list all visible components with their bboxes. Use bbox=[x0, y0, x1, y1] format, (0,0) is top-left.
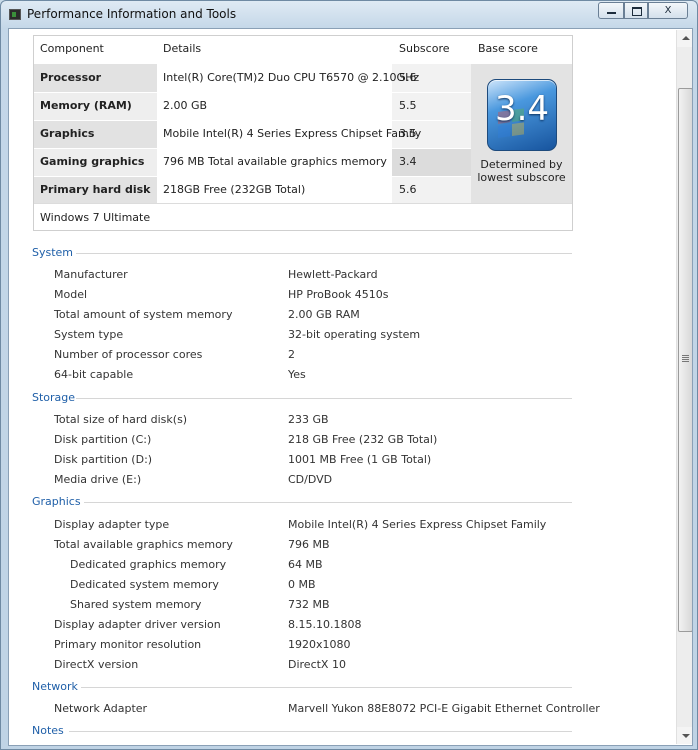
detail-value: DirectX 10 bbox=[288, 658, 346, 671]
header-component: Component bbox=[40, 42, 104, 55]
detail-value: 1001 MB Free (1 GB Total) bbox=[288, 453, 432, 466]
header-base-score: Base score bbox=[478, 42, 538, 55]
close-button[interactable]: X bbox=[648, 2, 688, 19]
detail-label: Media drive (E:) bbox=[54, 473, 142, 486]
section-title-graphics: Graphics bbox=[32, 495, 81, 508]
component-details: 218GB Free (232GB Total) bbox=[163, 183, 306, 196]
detail-label: Dedicated system memory bbox=[70, 578, 219, 591]
detail-label: Primary monitor resolution bbox=[54, 638, 202, 651]
detail-label: 64-bit capable bbox=[54, 368, 134, 381]
score-row-memory: Memory (RAM) 2.00 GB 5.5 bbox=[34, 92, 469, 120]
detail-value: 32-bit operating system bbox=[288, 328, 421, 341]
detail-label: DirectX version bbox=[54, 658, 139, 671]
detail-value: 233 GB bbox=[288, 413, 329, 426]
detail-value: 0 MB bbox=[288, 578, 316, 591]
component-details: 2.00 GB bbox=[163, 99, 208, 112]
windows-experience-index-badge-icon: 3.4 bbox=[487, 79, 557, 151]
component-details: 796 MB Total available graphics memory bbox=[163, 155, 387, 168]
detail-label: Disk partition (D:) bbox=[54, 453, 153, 466]
header-details: Details bbox=[163, 42, 202, 55]
window: Performance Information and Tools X Comp… bbox=[0, 0, 698, 750]
detail-value: Mobile Intel(R) 4 Series Express Chipset… bbox=[288, 518, 547, 531]
detail-value: Hewlett-Packard bbox=[288, 268, 378, 281]
base-score-panel: 3.4 Determined by lowest subscore bbox=[471, 64, 572, 204]
component-subscore: 3.5 bbox=[399, 127, 417, 140]
component-name: Graphics bbox=[40, 127, 95, 140]
component-subscore: 5.6 bbox=[399, 183, 417, 196]
component-name: Processor bbox=[40, 71, 102, 84]
section-title-network: Network bbox=[32, 680, 78, 693]
component-name: Memory (RAM) bbox=[40, 99, 132, 112]
detail-value: Marvell Yukon 88E8072 PCI-E Gigabit Ethe… bbox=[288, 702, 600, 715]
section-title-notes: Notes bbox=[32, 724, 64, 737]
base-score-caption: Determined by lowest subscore bbox=[471, 158, 572, 184]
detail-label: Total amount of system memory bbox=[54, 308, 233, 321]
detail-value: 64 MB bbox=[288, 558, 323, 571]
component-subscore: 3.4 bbox=[399, 155, 417, 168]
performance-tools-icon bbox=[9, 9, 21, 20]
window-title: Performance Information and Tools bbox=[27, 7, 237, 21]
vertical-scrollbar[interactable] bbox=[676, 30, 692, 744]
component-name: Primary hard disk bbox=[40, 183, 151, 196]
component-subscore: 5.6 bbox=[399, 71, 417, 84]
score-row-graphics: Graphics Mobile Intel(R) 4 Series Expres… bbox=[34, 120, 469, 148]
section-title-storage: Storage bbox=[32, 391, 76, 404]
detail-label: Manufacturer bbox=[54, 268, 128, 281]
score-row-processor: Processor Intel(R) Core(TM)2 Duo CPU T65… bbox=[34, 64, 469, 92]
component-details: Intel(R) Core(TM)2 Duo CPU T6570 @ 2.10G… bbox=[163, 71, 420, 84]
detail-label: Display adapter driver version bbox=[54, 618, 221, 631]
detail-value: 2 bbox=[288, 348, 295, 361]
score-row-gaming-graphics: Gaming graphics 796 MB Total available g… bbox=[34, 148, 469, 176]
scroll-down-arrow-icon[interactable] bbox=[677, 727, 692, 744]
detail-value: Yes bbox=[288, 368, 306, 381]
detail-value: 732 MB bbox=[288, 598, 330, 611]
detail-label: Total available graphics memory bbox=[54, 538, 233, 551]
detail-label: Number of processor cores bbox=[54, 348, 203, 361]
detail-label: Display adapter type bbox=[54, 518, 170, 531]
detail-value: 8.15.10.1808 bbox=[288, 618, 362, 631]
maximize-button[interactable] bbox=[624, 2, 648, 19]
scrollbar-thumb[interactable] bbox=[678, 88, 692, 632]
header-subscore: Subscore bbox=[399, 42, 450, 55]
detail-label: Dedicated graphics memory bbox=[70, 558, 227, 571]
component-subscore: 5.5 bbox=[399, 99, 417, 112]
detail-label: Disk partition (C:) bbox=[54, 433, 152, 446]
detail-label: Shared system memory bbox=[70, 598, 202, 611]
detail-label: System type bbox=[54, 328, 124, 341]
score-row-primary-hard-disk: Primary hard disk 218GB Free (232GB Tota… bbox=[34, 176, 469, 204]
base-score-caption-line: Determined by bbox=[480, 158, 563, 171]
title-bar[interactable]: Performance Information and Tools X bbox=[1, 1, 697, 29]
minimize-button[interactable] bbox=[598, 2, 624, 19]
detail-value: HP ProBook 4510s bbox=[288, 288, 389, 301]
detail-value: 796 MB bbox=[288, 538, 330, 551]
score-table-header: Component Details Subscore Base score bbox=[34, 36, 538, 64]
detail-label: Model bbox=[54, 288, 88, 301]
component-details: Mobile Intel(R) 4 Series Express Chipset… bbox=[163, 127, 422, 140]
base-score-caption-line: lowest subscore bbox=[477, 171, 566, 184]
component-name: Gaming graphics bbox=[40, 155, 145, 168]
base-score-value: 3.4 bbox=[494, 89, 550, 129]
detail-label: Network Adapter bbox=[54, 702, 148, 715]
detail-value: 1920x1080 bbox=[288, 638, 351, 651]
detail-value: 2.00 GB RAM bbox=[288, 308, 360, 321]
detail-value: CD/DVD bbox=[288, 473, 333, 486]
os-edition: Windows 7 Ultimate bbox=[40, 211, 151, 224]
score-table: Component Details Subscore Base score Pr… bbox=[33, 35, 573, 231]
detail-label: Total size of hard disk(s) bbox=[54, 413, 188, 426]
section-title-system: System bbox=[32, 246, 74, 259]
scroll-up-arrow-icon[interactable] bbox=[677, 30, 692, 47]
detail-value: 218 GB Free (232 GB Total) bbox=[288, 433, 438, 446]
content-area: Component Details Subscore Base score Pr… bbox=[8, 28, 693, 746]
